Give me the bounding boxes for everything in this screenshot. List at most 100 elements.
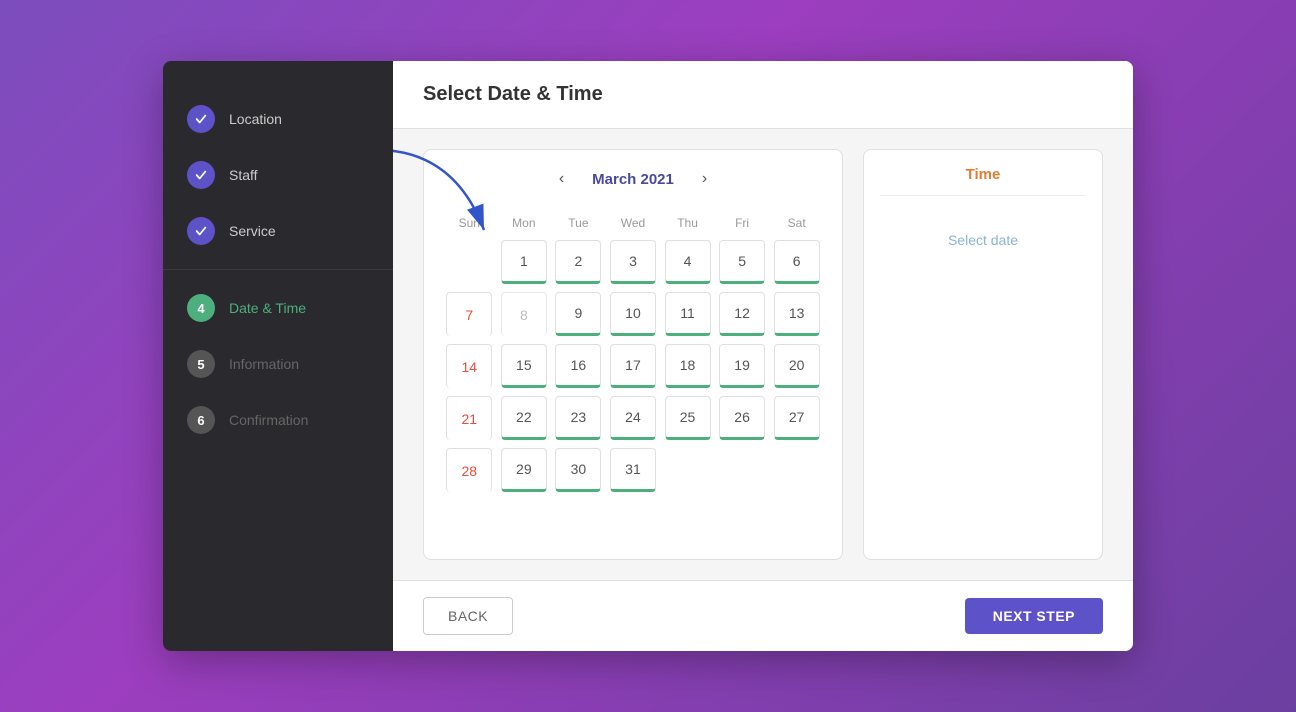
day-cell-24[interactable]: 24 — [610, 396, 656, 440]
calendar-day-6[interactable]: 6 — [771, 238, 822, 286]
day-cell-8[interactable]: 8 — [501, 292, 547, 336]
day-cell-23[interactable]: 23 — [555, 396, 601, 440]
day-cell-10[interactable]: 10 — [610, 292, 656, 336]
calendar-day-1[interactable]: 1 — [499, 238, 550, 286]
calendar-day-22[interactable]: 22 — [499, 394, 550, 442]
sidebar-item-label-2: Staff — [229, 167, 258, 183]
day-cell-empty — [446, 240, 492, 284]
calendar-day-25[interactable]: 25 — [662, 394, 713, 442]
sidebar-item-label-5: Information — [229, 356, 299, 372]
day-cell-16[interactable]: 16 — [555, 344, 601, 388]
calendar-day-5[interactable]: 5 — [717, 238, 768, 286]
calendar-day-14[interactable]: 14 — [444, 342, 495, 390]
calendar-day-4[interactable]: 4 — [662, 238, 713, 286]
calendar-day-17[interactable]: 17 — [608, 342, 659, 390]
day-cell-empty — [665, 448, 711, 492]
calendar-day-19[interactable]: 19 — [717, 342, 768, 390]
calendar-day-2[interactable]: 2 — [553, 238, 604, 286]
calendar-day-29[interactable]: 29 — [499, 446, 550, 494]
calendar-day-empty — [662, 446, 713, 494]
sidebar-item-information[interactable]: 5Information — [163, 336, 393, 392]
calendar-day-empty — [717, 446, 768, 494]
calendar-nav: ‹ March 2021 › — [440, 166, 826, 192]
sidebar-item-label-3: Service — [229, 223, 276, 239]
day-cell-20[interactable]: 20 — [774, 344, 820, 388]
sidebar-item-label-6: Confirmation — [229, 412, 308, 428]
calendar-day-3[interactable]: 3 — [608, 238, 659, 286]
sidebar-item-service[interactable]: Service — [163, 203, 393, 259]
day-cell-30[interactable]: 30 — [555, 448, 601, 492]
weekday-sat: Sat — [771, 212, 822, 234]
day-cell-31[interactable]: 31 — [610, 448, 656, 492]
sidebar-item-label-4: Date & Time — [229, 300, 306, 316]
day-cell-26[interactable]: 26 — [719, 396, 765, 440]
day-cell-12[interactable]: 12 — [719, 292, 765, 336]
sidebar-item-staff[interactable]: Staff — [163, 147, 393, 203]
calendar-week-5: 28293031 — [444, 446, 822, 494]
calendar-day-27[interactable]: 27 — [771, 394, 822, 442]
next-month-button[interactable]: › — [694, 166, 715, 192]
calendar-day-31[interactable]: 31 — [608, 446, 659, 494]
back-button[interactable]: BACK — [423, 597, 513, 635]
day-cell-11[interactable]: 11 — [665, 292, 711, 336]
calendar-day-13[interactable]: 13 — [771, 290, 822, 338]
calendar-day-18[interactable]: 18 — [662, 342, 713, 390]
day-cell-6[interactable]: 6 — [774, 240, 820, 284]
calendar-day-26[interactable]: 26 — [717, 394, 768, 442]
day-cell-25[interactable]: 25 — [665, 396, 711, 440]
calendar-week-2: 78910111213 — [444, 290, 822, 338]
day-cell-28[interactable]: 28 — [446, 448, 492, 492]
day-cell-29[interactable]: 29 — [501, 448, 547, 492]
sidebar-item-location[interactable]: Location — [163, 91, 393, 147]
calendar-day-30[interactable]: 30 — [553, 446, 604, 494]
calendar-day-23[interactable]: 23 — [553, 394, 604, 442]
day-cell-5[interactable]: 5 — [719, 240, 765, 284]
calendar-day-28[interactable]: 28 — [444, 446, 495, 494]
calendar-day-21[interactable]: 21 — [444, 394, 495, 442]
calendar-week-4: 21222324252627 — [444, 394, 822, 442]
time-panel-header: Time — [880, 166, 1086, 196]
day-cell-1[interactable]: 1 — [501, 240, 547, 284]
next-step-button[interactable]: NEXT STEP — [965, 598, 1103, 634]
page-title: Select Date & Time — [423, 83, 1103, 106]
content-body: ‹ March 2021 › SunMonTueWedThuFriSat 123… — [393, 129, 1133, 580]
time-section: Time Select date — [863, 149, 1103, 560]
calendar-day-7[interactable]: 7 — [444, 290, 495, 338]
prev-month-button[interactable]: ‹ — [551, 166, 572, 192]
calendar-day-15[interactable]: 15 — [499, 342, 550, 390]
calendar-day-11[interactable]: 11 — [662, 290, 713, 338]
day-cell-7[interactable]: 7 — [446, 292, 492, 336]
day-cell-18[interactable]: 18 — [665, 344, 711, 388]
calendar-day-10[interactable]: 10 — [608, 290, 659, 338]
day-cell-empty — [774, 448, 820, 492]
day-cell-4[interactable]: 4 — [665, 240, 711, 284]
day-cell-13[interactable]: 13 — [774, 292, 820, 336]
step-icon-1 — [187, 105, 215, 133]
weekday-wed: Wed — [608, 212, 659, 234]
day-cell-17[interactable]: 17 — [610, 344, 656, 388]
day-cell-15[interactable]: 15 — [501, 344, 547, 388]
day-cell-19[interactable]: 19 — [719, 344, 765, 388]
calendar-day-16[interactable]: 16 — [553, 342, 604, 390]
sidebar-item-confirmation[interactable]: 6Confirmation — [163, 392, 393, 448]
day-cell-3[interactable]: 3 — [610, 240, 656, 284]
calendar-day-empty — [771, 446, 822, 494]
calendar-week-3: 14151617181920 — [444, 342, 822, 390]
day-cell-21[interactable]: 21 — [446, 396, 492, 440]
calendar-day-9[interactable]: 9 — [553, 290, 604, 338]
calendar-day-8[interactable]: 8 — [499, 290, 550, 338]
weekday-mon: Mon — [499, 212, 550, 234]
sidebar-item-date-&-time[interactable]: 4Date & Time — [163, 280, 393, 336]
day-cell-14[interactable]: 14 — [446, 344, 492, 388]
day-cell-2[interactable]: 2 — [555, 240, 601, 284]
weekday-header-row: SunMonTueWedThuFriSat — [444, 212, 822, 234]
day-cell-22[interactable]: 22 — [501, 396, 547, 440]
day-cell-27[interactable]: 27 — [774, 396, 820, 440]
day-cell-empty — [719, 448, 765, 492]
calendar-day-12[interactable]: 12 — [717, 290, 768, 338]
calendar-day-20[interactable]: 20 — [771, 342, 822, 390]
calendar-day-24[interactable]: 24 — [608, 394, 659, 442]
step-icon-3 — [187, 217, 215, 245]
calendar-section: ‹ March 2021 › SunMonTueWedThuFriSat 123… — [423, 149, 843, 560]
day-cell-9[interactable]: 9 — [555, 292, 601, 336]
